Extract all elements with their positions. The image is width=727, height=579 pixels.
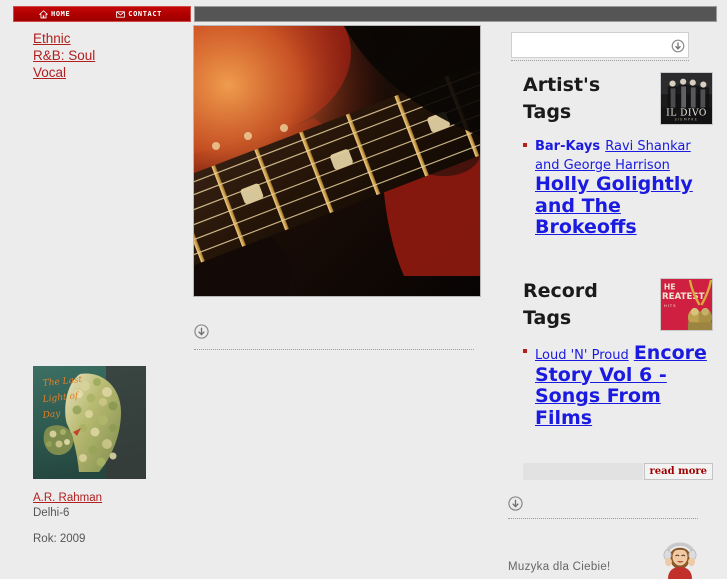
artist-tags-widget: Artist's Tags IL DIVO SIEMPRE Bar-Kays R… — [523, 72, 713, 239]
sidebar-item-rnb-soul[interactable]: R&B: Soul — [33, 47, 183, 64]
search-divider — [511, 60, 689, 61]
artist-tags-header: Artist's Tags IL DIVO SIEMPRE — [523, 72, 713, 128]
svg-text:Day: Day — [41, 409, 62, 421]
svg-text:SIEMPRE: SIEMPRE — [675, 118, 699, 122]
dotted-divider — [194, 349, 474, 350]
tag-holly-golightly-brokeoffs[interactable]: Holly Golightly and The Brokeoffs — [535, 173, 693, 238]
main-content — [190, 22, 490, 545]
nav-item-home[interactable]: Home — [38, 9, 71, 19]
promo-divider — [508, 518, 698, 519]
read-more-row: read more — [523, 463, 713, 480]
envelope-icon — [116, 10, 126, 19]
house-icon — [38, 9, 49, 19]
nav-item-home-label: Home — [51, 10, 71, 18]
promo-text: Muzyka dla Ciebie! — [508, 561, 611, 573]
tag-loud-n-proud[interactable]: Loud 'N' Proud — [535, 348, 629, 363]
content-separator — [194, 324, 474, 350]
header-banner-bar — [194, 6, 717, 22]
record-tags-widget: Record Tags HE REATEST HITS Loud 'N' Pro… — [523, 278, 713, 429]
nav-item-contact-label: Contact — [128, 10, 162, 18]
promo-banner[interactable]: Muzyka dla Ciebie! — [508, 534, 723, 579]
category-link-list: Ethnic R&B: Soul Vocal — [33, 30, 183, 81]
search-submit-icon[interactable] — [671, 38, 685, 53]
album-cover-image[interactable]: The Last Light of Day — [33, 366, 146, 479]
artist-tag-cloud: Bar-Kays Ravi Shankar and George Harriso… — [523, 137, 713, 239]
svg-text:HITS: HITS — [664, 303, 677, 308]
record-tag-cloud: Loud 'N' Proud Encore Story Vol 6 - Song… — [523, 342, 713, 429]
right-sidebar: Artist's Tags IL DIVO SIEMPRE Bar-Kays R… — [505, 26, 727, 579]
greatest-hits-thumbnail[interactable]: HE REATEST HITS — [660, 278, 713, 331]
read-more-track — [523, 463, 643, 480]
album-metadata: A.R. Rahman Delhi-6 Rok: 2009 — [33, 491, 146, 547]
record-tags-title: Record Tags — [523, 280, 598, 329]
sidebar-item-vocal[interactable]: Vocal — [33, 64, 183, 81]
hero-image-frame — [193, 25, 481, 297]
sidebar-item-ethnic[interactable]: Ethnic — [33, 30, 183, 47]
headphones-woman-image — [659, 534, 701, 579]
read-more-button[interactable]: read more — [643, 463, 713, 480]
search-input[interactable] — [511, 32, 689, 58]
main-navigation: Home Contact — [13, 6, 191, 22]
il-divo-thumbnail[interactable]: IL DIVO SIEMPRE — [660, 72, 713, 125]
featured-album: The Last Light of Day A.R. Rahman Delhi-… — [33, 366, 146, 547]
album-title: Delhi-6 — [33, 507, 70, 519]
record-tags-header: Record Tags HE REATEST HITS — [523, 278, 713, 334]
bullet-icon — [523, 349, 527, 353]
artist-tags-title: Artist's Tags — [523, 74, 601, 123]
album-artist-link[interactable]: A.R. Rahman — [33, 491, 146, 506]
nav-item-contact[interactable]: Contact — [116, 10, 162, 19]
bullet-icon — [523, 143, 527, 147]
tag-bar-kays[interactable]: Bar-Kays — [535, 139, 600, 154]
arrow-down-circle-icon[interactable] — [508, 496, 524, 512]
left-sidebar: Ethnic R&B: Soul Vocal The Last Light of… — [0, 26, 190, 545]
arrow-down-circle-icon[interactable] — [194, 324, 209, 343]
guitar-hero-image — [194, 26, 480, 296]
search-box — [511, 32, 689, 58]
svg-text:HE: HE — [664, 283, 676, 292]
